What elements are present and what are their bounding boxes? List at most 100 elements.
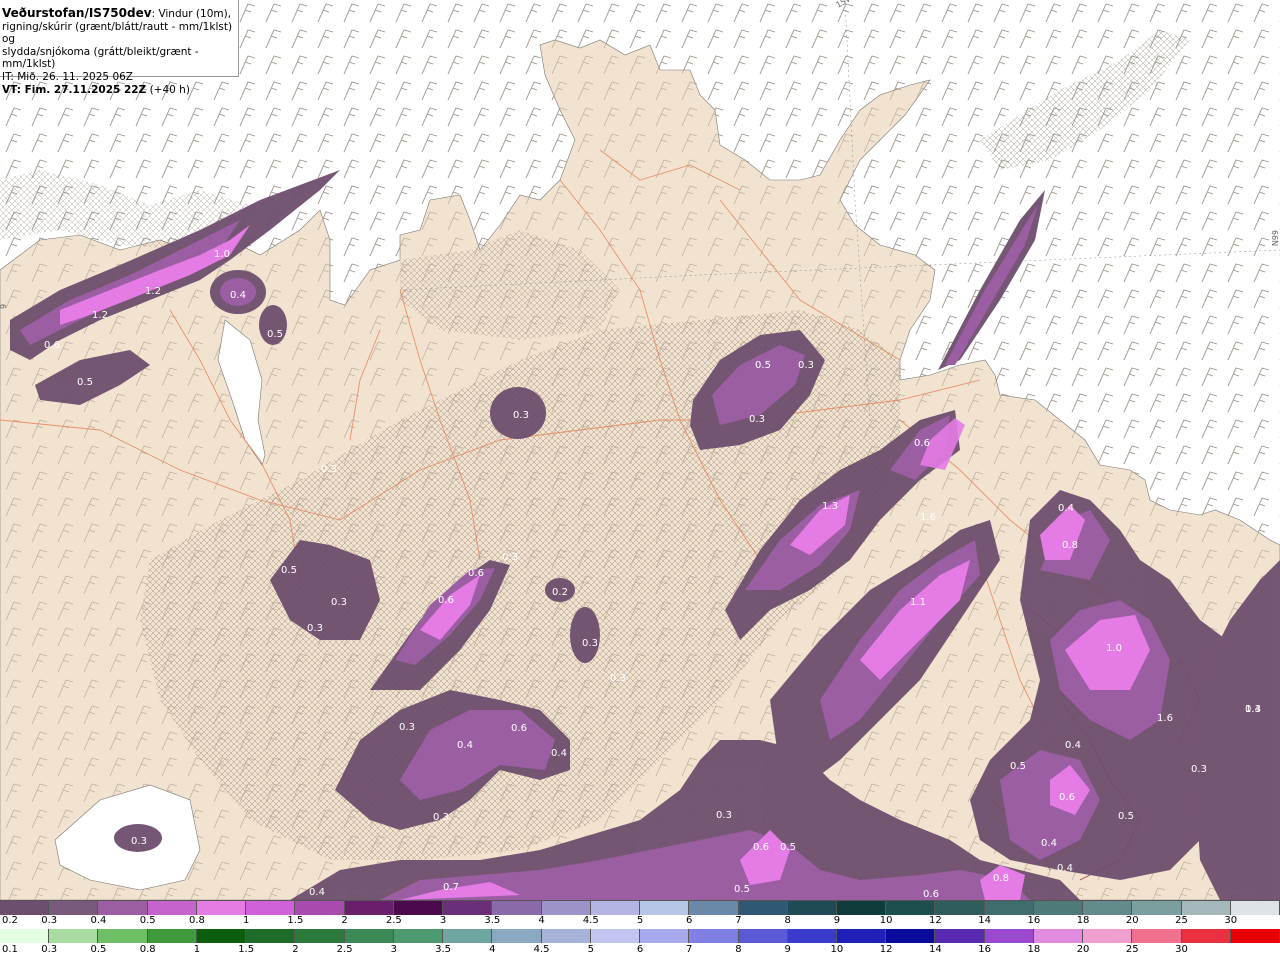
snow-scale-labels: 0.2 0.3 0.4 0.5 0.8 1 1.5 2 2.5 3 3.5 4 4.5 5 6 7 8 9 10 12… [0, 915, 1280, 928]
scale-color-cell [147, 929, 197, 943]
precip-value-label: 0.4 [1245, 704, 1261, 715]
precip-value-label: 0.4 [1057, 863, 1073, 874]
precip-value-label: 0.6 [1059, 792, 1075, 803]
scale-color-cell [196, 929, 247, 943]
scale-color-cell [492, 901, 542, 915]
precip-value-label: 0.3 [798, 360, 814, 371]
scale-label: 10 [879, 915, 893, 926]
scale-color-cell [1181, 901, 1231, 915]
scale-label: 0.5 [90, 944, 107, 955]
precip-value-label: 0.6 [468, 568, 484, 579]
precip-value-label: 1.2 [92, 310, 108, 321]
precip-value-label: 0.6 [511, 723, 527, 734]
scale-label: 18 [1076, 915, 1090, 926]
precip-value-label: 0.6 [753, 842, 769, 853]
scale-label: 0.3 [41, 915, 58, 926]
precip-value-label: 1.0 [214, 249, 230, 260]
scale-color-cell [443, 901, 493, 915]
precip-value-label: 0.8 [993, 873, 1009, 884]
issue-time: IT: Mið. 26. 11. 2025 06Z [2, 70, 133, 83]
scale-color-cell [886, 929, 936, 943]
scale-color-cell [541, 901, 591, 915]
precip-value-label: 1.6 [1157, 713, 1173, 724]
map-description-line1: : Vindur (10m), [151, 8, 232, 20]
scale-label: 4 [538, 915, 545, 926]
scale-label: 1 [193, 944, 201, 955]
scale-label: 2 [341, 915, 348, 926]
scale-label: 2.5 [385, 915, 402, 926]
scale-color-cell [984, 929, 1034, 943]
scale-color-cell [640, 901, 690, 915]
scale-label: 3.5 [435, 944, 452, 955]
precip-value-label: 0.2 [552, 587, 568, 598]
precip-value-label: 0.3 [321, 464, 337, 475]
scale-label: 3.5 [484, 915, 501, 926]
precip-value-label: 0.5 [734, 884, 750, 895]
scale-label: 30 [1175, 944, 1188, 955]
scale-color-cell [98, 901, 148, 915]
precip-value-label: 0.3 [399, 722, 415, 733]
scale-label: 0.8 [139, 944, 156, 955]
scale-color-cell [147, 901, 197, 915]
scale-color-cell [196, 901, 247, 915]
precip-value-label: 0.4 [230, 290, 246, 301]
precip-value-label: 0.3 [513, 410, 529, 421]
weather-map: 1.0 1.2 1.2 0.4 0.6 0.5 0.5 0.3 0.3 0.5 0.3 0.3 0.6 0… [0, 0, 1280, 900]
precip-value-label: 1.3 [822, 501, 838, 512]
precip-value-label: 0.5 [755, 360, 771, 371]
scale-color-cell [98, 929, 148, 943]
scale-label: 6 [686, 915, 693, 926]
latitude-label-left: 9 [0, 304, 8, 309]
scale-color-cell [344, 901, 394, 915]
scale-color-cell [738, 901, 788, 915]
precip-value-label: 0.3 [716, 810, 732, 821]
map-title-box: Veðurstofan/IS750dev: Vindur (10m), rign… [0, 0, 239, 96]
scale-color-cell [49, 901, 99, 915]
precip-value-label: 0.6 [914, 438, 930, 449]
scale-label: 2.5 [336, 944, 353, 955]
scale-label: 30 [1224, 915, 1238, 926]
scale-label: 5 [636, 915, 644, 926]
scale-color-cell [787, 929, 837, 943]
map-description-line2: rigning/skúrir (grænt/blátt/rautt - mm/1… [2, 20, 233, 46]
scale-color-cell [836, 901, 887, 915]
scale-label: 2 [292, 944, 299, 955]
scale-color-cell [1230, 929, 1280, 943]
precip-value-label: 0.4 [1041, 838, 1057, 849]
scale-color-cell [443, 929, 493, 943]
precip-value-label: 0.5 [1118, 811, 1134, 822]
precip-value-label: 0.3 [307, 623, 323, 634]
scale-color-cell [1083, 929, 1133, 943]
precip-value-label: 0.3 [502, 552, 518, 563]
scale-label: 14 [978, 915, 991, 926]
latitude-label-right: 66N [1270, 230, 1279, 246]
scale-label: 12 [929, 915, 942, 926]
scale-label: 7 [686, 944, 693, 955]
precip-value-label: 0.3 [331, 597, 347, 608]
rain-scale-labels: 0.1 0.3 0.5 0.8 1 1.5 2 2.5 3 3.5 4 4.5 5 6 7 8 9 10 12 14 1… [0, 944, 1280, 957]
precip-value-label: 0.6 [44, 340, 60, 351]
scale-label: 16 [1027, 915, 1041, 926]
valid-time-offset: (+40 h) [146, 83, 190, 96]
scale-color-cell [689, 901, 739, 915]
scale-color-cell [1132, 901, 1182, 915]
precip-value-label: 0.6 [923, 889, 939, 900]
scale-label: 25 [1175, 915, 1188, 926]
scale-label: 3 [390, 944, 398, 955]
scale-color-cell [1033, 929, 1084, 943]
scale-label: 20 [1076, 944, 1090, 955]
scale-label: 0.1 [2, 944, 18, 955]
precip-value-label: 0.3 [610, 673, 626, 684]
scale-color-cell [295, 929, 345, 943]
precip-value-label: 0.4 [1058, 503, 1074, 514]
precip-value-label: 0.5 [1010, 761, 1026, 772]
scale-color-cell [344, 929, 394, 943]
precip-value-label: 0.4 [1065, 740, 1081, 751]
scale-color-cell [738, 929, 788, 943]
scale-color-cell [935, 929, 985, 943]
snow-color-scale [0, 900, 1280, 915]
scale-label: 5 [587, 944, 594, 955]
scale-label: 0.2 [2, 915, 18, 926]
scale-label: 4.5 [533, 944, 550, 955]
scale-label: 20 [1125, 915, 1139, 926]
